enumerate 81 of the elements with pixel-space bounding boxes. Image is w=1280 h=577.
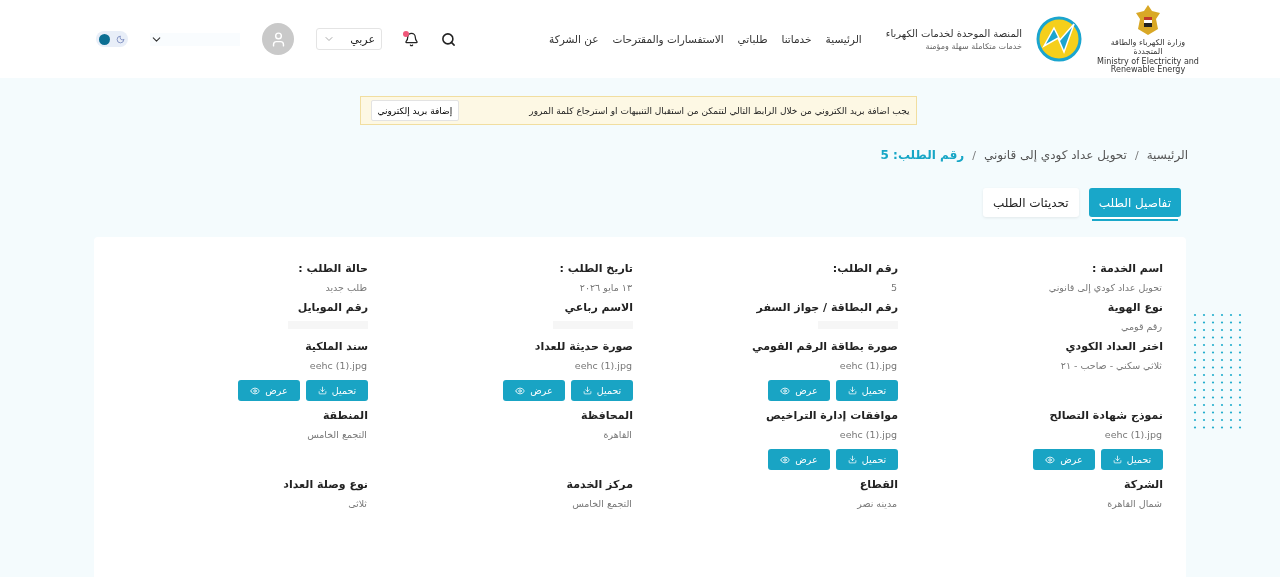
view-button[interactable]: عرض <box>238 380 300 401</box>
field-value: شمال القاهرة <box>1107 498 1163 509</box>
language-select[interactable]: عربي <box>316 28 382 50</box>
field-label: حالة الطلب : <box>298 262 368 275</box>
platform-subtitle: خدمات متكاملة سهلة ومؤمنة <box>924 41 1022 51</box>
field-value: رقم قومي <box>1121 321 1163 332</box>
field-label: رقم البطاقة / جواز السفر <box>756 301 898 314</box>
download-button[interactable]: تحميل <box>836 380 898 401</box>
alert-message: يجب اضافة بريد الكتروني من خلال الرابط التالي لتتمكن من استقبال التنبيهات او استرجاع كلمة المرور <box>529 105 910 116</box>
field-value: مدينه نصر <box>857 498 898 509</box>
view-button[interactable]: عرض <box>768 380 830 401</box>
download-icon <box>847 455 857 464</box>
field-label: تاريخ الطلب : <box>559 262 633 275</box>
field-label: صورة بطاقة الرقم القومي <box>752 340 898 353</box>
theme-toggle[interactable] <box>96 31 128 47</box>
field-label: الشركة <box>1124 478 1163 491</box>
field-value: 5 <box>890 282 898 293</box>
breadcrumb-link[interactable]: الرئيسية <box>1146 148 1188 162</box>
field-label: نموذج شهادة التصالح <box>1049 409 1163 422</box>
download-icon <box>1112 455 1122 464</box>
field-label: مركز الخدمة <box>566 478 633 491</box>
tab[interactable]: تحديثات الطلب <box>982 188 1079 217</box>
breadcrumb-link[interactable]: تحويل عداد كودي إلى قانوني <box>983 148 1127 162</box>
field-label: اختر العداد الكودي <box>1065 340 1163 353</box>
field-value: تحويل عداد كودي إلى قانوني <box>1048 282 1163 293</box>
ministry-name: وزارة الكهرباء والطاقة المتجددة <box>1109 39 1187 56</box>
nav-link[interactable]: الاستفسارات والمقترحات <box>612 33 724 45</box>
download-button[interactable]: تحميل <box>571 380 633 401</box>
download-button[interactable]: تحميل <box>306 380 368 401</box>
ministry-name-english: Ministry of Electricity and Renewable Energy <box>1096 58 1200 75</box>
nav-link[interactable]: خدماتنا <box>781 33 812 45</box>
download-icon <box>582 386 592 395</box>
breadcrumb-separator: / <box>1134 148 1139 162</box>
download-icon <box>317 386 327 395</box>
search-icon[interactable] <box>441 31 456 47</box>
field-value: ثلاثى <box>348 498 368 509</box>
notification-bell-icon[interactable] <box>404 31 419 47</box>
field-label: المحافظة <box>581 409 633 422</box>
field-value: التجمع الخامس <box>307 429 368 440</box>
field-label: اسم الخدمة : <box>1092 262 1163 275</box>
view-button[interactable]: عرض <box>1033 449 1095 470</box>
moon-icon <box>116 34 125 44</box>
field-value: eehc (1).jpg <box>309 360 368 371</box>
nav-link[interactable]: عن الشركة <box>549 33 599 45</box>
breadcrumb-separator: / <box>972 148 976 162</box>
field-label: نوع وصلة العداد <box>283 478 368 491</box>
field-value: eehc (1).jpg <box>839 360 898 371</box>
field-label: صورة حديثة للعداد <box>534 340 633 353</box>
nav-link[interactable]: طلباتي <box>737 33 768 45</box>
field-value: ١٣ مايو ٢٠٢٦ <box>579 282 633 293</box>
platform-title: المنصة الموحدة لخدمات الكهرباء <box>885 27 1022 39</box>
nav-link[interactable]: الرئيسية <box>825 33 862 45</box>
field-value: eehc (1).jpg <box>574 360 633 371</box>
eye-icon <box>780 454 791 465</box>
add-email-button[interactable]: إضافة بريد إلكتروني <box>370 100 460 121</box>
field-label: موافقات إدارة التراخيص <box>766 409 898 422</box>
view-button[interactable]: عرض <box>503 380 565 401</box>
download-button[interactable]: تحميل <box>836 449 898 470</box>
field-value: طلب جديد <box>325 282 368 293</box>
field-value: eehc (1).jpg <box>839 429 898 440</box>
field-value: التجمع الخامس <box>572 498 633 509</box>
field-label: نوع الهوية <box>1107 301 1163 314</box>
field-value: القاهرة <box>603 429 633 440</box>
download-icon <box>847 386 857 395</box>
field-label: الاسم رباعي <box>564 301 633 314</box>
lightning-logo-icon <box>1036 16 1082 62</box>
field-label: سند الملكية <box>305 340 368 353</box>
eye-icon <box>1045 454 1056 465</box>
eye-icon <box>250 385 261 396</box>
field-label: المنطقة <box>322 409 368 422</box>
eye-icon <box>515 385 526 396</box>
field-label: رقم الطلب: <box>832 262 898 275</box>
field-label: القطاع <box>859 478 898 491</box>
eye-icon <box>780 385 791 396</box>
download-button[interactable]: تحميل <box>1101 449 1163 470</box>
eagle-emblem-icon <box>1134 3 1162 38</box>
breadcrumb-current: رقم الطلب: 5 <box>880 148 965 162</box>
view-button[interactable]: عرض <box>768 449 830 470</box>
field-value: ثلاثي سكني - صاحب - ٢١ <box>1060 360 1163 371</box>
field-value: eehc (1).jpg <box>1104 429 1163 440</box>
field-label: رقم الموبايل <box>297 301 368 314</box>
